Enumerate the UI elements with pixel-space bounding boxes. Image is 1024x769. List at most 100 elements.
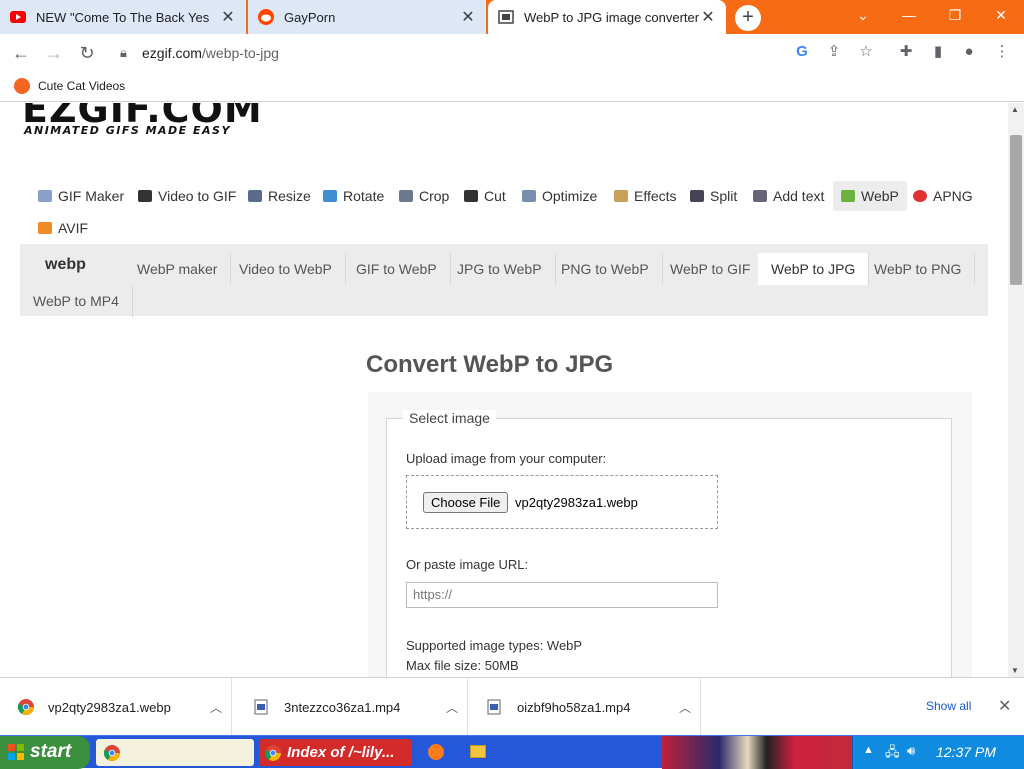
tab-ezgif[interactable]: WebP to JPG image converter ✕ (488, 0, 726, 34)
nav-label: Crop (419, 188, 450, 204)
clock[interactable]: 12:37 PM (936, 744, 996, 760)
chevron-up-icon[interactable]: ︿ (670, 699, 700, 716)
taskbar-chrome-button[interactable] (96, 739, 254, 766)
apng-icon (913, 190, 927, 202)
download-item[interactable]: 3ntezzco36za1.mp4 ︿ (236, 678, 468, 736)
restore-icon[interactable]: ❐ (932, 0, 978, 30)
folder-icon[interactable] (470, 745, 486, 758)
subnav-video-to-webp[interactable]: Video to WebP (226, 253, 346, 285)
subnav-gif-to-webp[interactable]: GIF to WebP (343, 253, 451, 285)
page-title: Convert WebP to JPG (366, 351, 614, 378)
tab-reddit[interactable]: GayPorn ✕ (248, 0, 486, 34)
avif-icon (38, 222, 52, 234)
reddit-icon (258, 9, 274, 25)
windows-taskbar: start Index of /~lily... ▲ 🖧︎ 🔊︎ 12:37 P… (0, 735, 1024, 769)
nav-label: WebP (861, 188, 899, 204)
nav-gif-maker[interactable]: GIF Maker (30, 181, 132, 211)
url-text[interactable]: ezgif.com/webp-to-jpg (142, 45, 279, 61)
subnav-webp-to-mp4[interactable]: WebP to MP4 (20, 285, 133, 317)
reload-icon[interactable]: ↻ (75, 41, 99, 65)
close-tab-icon[interactable]: ✕ (700, 7, 716, 27)
nav-effects[interactable]: Effects (606, 181, 685, 211)
close-icon[interactable]: ✕ (998, 696, 1011, 716)
url-label: Or paste image URL: (406, 557, 529, 572)
nav-rotate[interactable]: Rotate (315, 181, 392, 211)
download-file-name: oizbf9ho58za1.mp4 (517, 699, 631, 715)
nav-webp[interactable]: WebP (833, 181, 907, 211)
minimize-icon[interactable]: — (886, 0, 932, 30)
firefox-icon[interactable] (428, 744, 444, 760)
back-icon[interactable]: ← (9, 41, 33, 65)
nav-cut[interactable]: Cut (456, 181, 514, 211)
nav-resize[interactable]: Resize (240, 181, 319, 211)
share-icon[interactable]: ⇪ (823, 41, 845, 63)
nav-crop[interactable]: Crop (391, 181, 457, 211)
file-drop-zone[interactable]: Choose File vp2qty2983za1.webp (406, 475, 718, 529)
close-window-icon[interactable]: ✕ (978, 0, 1024, 30)
chevron-up-icon[interactable]: ︿ (201, 699, 231, 716)
selected-file-name: vp2qty2983za1.webp (515, 495, 638, 510)
tab-title: GayPorn (284, 9, 336, 25)
nav-add-text[interactable]: Add text (745, 181, 832, 211)
nav-label: Effects (634, 188, 677, 204)
nav-label: Cut (484, 188, 506, 204)
close-tab-icon[interactable]: ✕ (220, 7, 236, 27)
page-scrollbar[interactable]: ▲ ▼ (1008, 103, 1024, 677)
tab-youtube[interactable]: NEW "Come To The Back Yes ✕ (0, 0, 246, 34)
new-tab-button[interactable]: + (735, 5, 761, 31)
nav-video-to-gif[interactable]: Video to GIF (130, 181, 244, 211)
file-icon (487, 699, 503, 715)
rotate-icon (323, 190, 337, 202)
download-item[interactable]: vp2qty2983za1.webp ︿ (0, 678, 232, 736)
scroll-up-icon[interactable]: ▲ (1011, 105, 1019, 114)
subnav-png-to-webp[interactable]: PNG to WebP (548, 253, 663, 285)
taskbar-task-index[interactable]: Index of /~lily... (259, 739, 412, 766)
tab-search-icon[interactable]: ⌄ (840, 0, 886, 30)
bookmark-star-icon[interactable]: ☆ (855, 41, 877, 63)
nav-apng[interactable]: APNG (905, 181, 981, 211)
nav-avif[interactable]: AVIF (30, 213, 96, 243)
scroll-down-icon[interactable]: ▼ (1011, 666, 1019, 675)
scroll-thumb[interactable] (1010, 135, 1022, 285)
bookmark-cute-cat-videos[interactable]: Cute Cat Videos (14, 78, 125, 94)
page-viewport: EZGIF.COM ANIMATED GIFS MADE EASY GIF Ma… (0, 103, 1008, 677)
nav-label: Optimize (542, 188, 598, 204)
nav-label: Split (710, 188, 738, 204)
crop-icon (399, 190, 413, 202)
profile-icon[interactable]: ● (958, 41, 980, 63)
nav-optimize[interactable]: Optimize (514, 181, 605, 211)
subnav-webp-maker[interactable]: WebP maker (124, 253, 232, 285)
google-icon[interactable]: G (791, 41, 813, 63)
image-url-input[interactable]: https:// (406, 582, 718, 608)
subnav-webp-to-gif[interactable]: WebP to GIF (657, 253, 765, 285)
tray-expand-icon[interactable]: ▲ (863, 744, 874, 756)
choose-file-button[interactable]: Choose File (423, 492, 509, 513)
cut-icon (464, 190, 478, 202)
close-tab-icon[interactable]: ✕ (460, 7, 476, 27)
subnav-webp-to-png[interactable]: WebP to PNG (861, 253, 976, 285)
url-path: /webp-to-jpg (201, 45, 279, 61)
max-file-size-text: Max file size: 50MB (406, 658, 519, 673)
menu-icon[interactable]: ⋮ (991, 41, 1013, 63)
download-item[interactable]: oizbf9ho58za1.mp4 ︿ (469, 678, 701, 736)
upload-panel: Select image Upload image from your comp… (368, 392, 972, 677)
network-icon[interactable]: 🖧︎ (885, 743, 900, 765)
forward-icon[interactable]: → (42, 41, 66, 65)
nav-split[interactable]: Split (682, 181, 745, 211)
show-all-downloads-link[interactable]: Show all (926, 699, 971, 713)
address-bar[interactable]: 🔒︎ ezgif.com/webp-to-jpg (110, 38, 880, 68)
webp-subnav: webp WebP maker Video to WebP GIF to Web… (20, 244, 988, 317)
chevron-up-icon[interactable]: ︿ (437, 699, 467, 716)
subnav-jpg-to-webp[interactable]: JPG to WebP (444, 253, 556, 285)
chrome-icon (265, 745, 281, 761)
start-button[interactable]: start (0, 736, 90, 769)
subnav-webp-to-jpg[interactable]: WebP to JPG (758, 253, 870, 285)
bookmark-favicon-icon (14, 78, 30, 94)
split-icon (690, 190, 704, 202)
optimize-icon (522, 190, 536, 202)
volume-icon[interactable]: 🔊︎ (907, 743, 915, 759)
nav-label: AVIF (58, 220, 89, 236)
extensions-icon[interactable]: ✚ (895, 41, 917, 63)
nav-label: Rotate (343, 188, 385, 204)
side-panel-icon[interactable]: ▮ (927, 41, 949, 63)
